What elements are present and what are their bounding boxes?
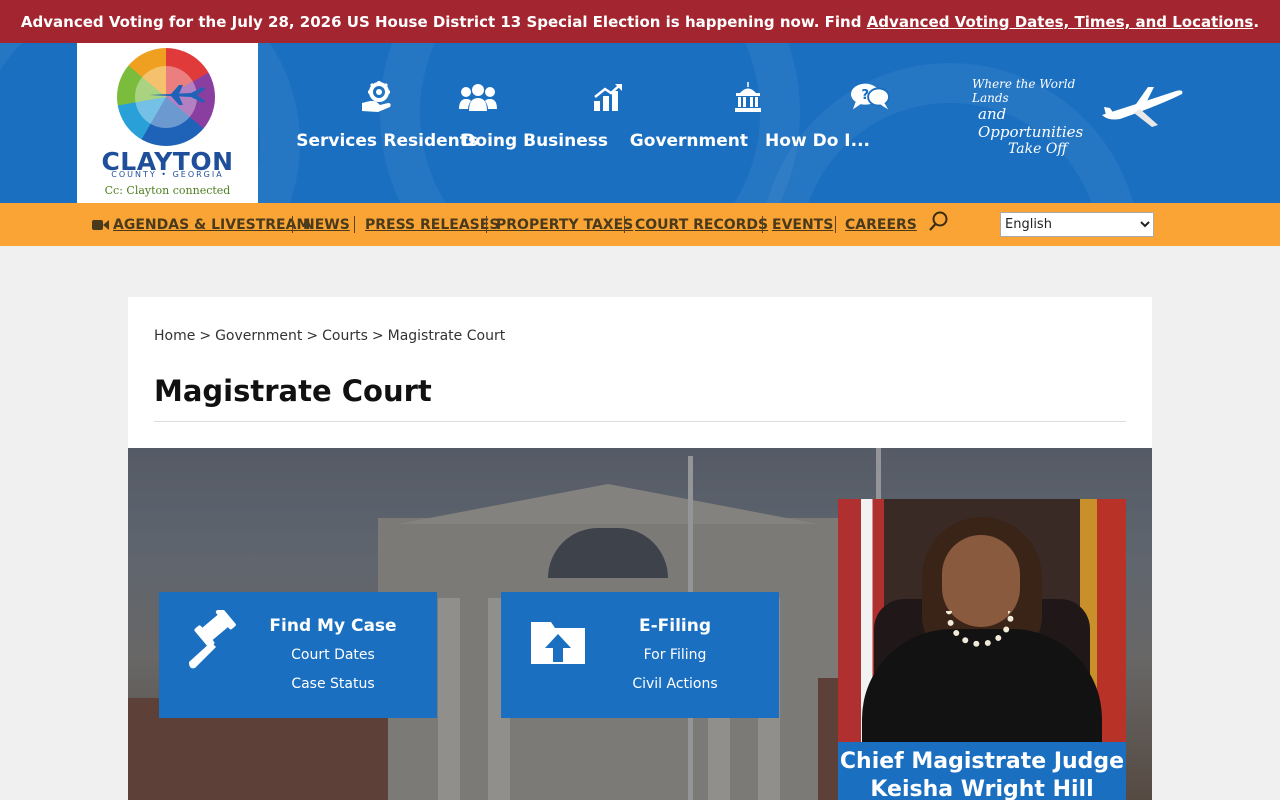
utility-press-releases[interactable]: PRESS RELEASES [365, 203, 499, 246]
breadcrumb-government[interactable]: Government [215, 328, 302, 344]
clayton-county-logo[interactable]: CLAYTON COUNTY • GEORGIA Cc: Clayton con… [77, 43, 258, 203]
e-filing-title: E-Filing [638, 616, 712, 636]
judge-caption-name: Keisha Wright Hill [870, 777, 1094, 800]
e-filing-sub1: For Filing [643, 647, 707, 663]
utility-careers[interactable]: CAREERS [845, 203, 917, 246]
utility-separator [762, 216, 763, 233]
utility-separator [354, 216, 355, 233]
e-filing-tile[interactable]: E-Filing For Filing Civil Actions [501, 592, 779, 718]
title-divider [154, 421, 1126, 422]
nav-government-label: Government [629, 131, 749, 151]
tagline-line1: Where the World Lands [972, 77, 1076, 105]
judge-caption: Chief Magistrate Judge Keisha Wright Hil… [838, 742, 1126, 800]
airplane-icon [1102, 87, 1183, 127]
advanced-voting-link[interactable]: Advanced Voting Dates, Times, and Locati… [867, 13, 1254, 31]
breadcrumb-courts[interactable]: Courts [322, 328, 368, 344]
svg-text:?: ? [861, 88, 869, 103]
utility-events[interactable]: EVENTS [772, 203, 833, 246]
alert-text: Advanced Voting for the July 28, 2026 US… [20, 12, 862, 31]
question-chat-icon: ? [850, 79, 890, 115]
breadcrumb: Home > Government > Courts > Magistrate Court [154, 328, 505, 344]
chart-icon [588, 79, 628, 115]
breadcrumb-home[interactable]: Home [154, 328, 195, 344]
breadcrumb-separator: > [306, 328, 319, 344]
gavel-icon [189, 610, 236, 669]
nav-how-do-i-label: How Do I... [765, 131, 871, 151]
utility-news[interactable]: NEWS [303, 203, 350, 246]
breadcrumb-separator: > [371, 328, 384, 344]
election-alert-bar: Advanced Voting for the July 28, 2026 US… [0, 0, 1280, 43]
logo-tagline: Cc: Clayton connected [104, 184, 231, 197]
utility-court-records[interactable]: COURT RECORDS [635, 203, 768, 246]
language-select[interactable]: English [1000, 212, 1154, 237]
utility-separator [292, 216, 293, 233]
logo-plane-icon [149, 85, 205, 105]
page-title: Magistrate Court [154, 374, 432, 408]
airport-tagline: Where the World Lands and Opportunities … [972, 77, 1102, 157]
utility-property-taxes[interactable]: PROPERTY TAXES [496, 203, 633, 246]
judge-portrait [838, 499, 1126, 742]
utility-agendas-label: AGENDAS & LIVESTREAM [113, 216, 311, 233]
find-my-case-title: Find My Case [269, 616, 397, 636]
utility-separator [486, 216, 487, 233]
find-my-case-sub2: Case Status [291, 676, 375, 692]
e-filing-sub2: Civil Actions [632, 676, 718, 692]
people-icon [458, 79, 498, 115]
utility-separator [624, 216, 625, 233]
nav-services-label: Services [296, 131, 378, 151]
search-icon[interactable] [928, 210, 950, 234]
breadcrumb-separator: > [199, 328, 212, 344]
video-camera-icon [92, 219, 109, 230]
upload-folder-icon [531, 622, 585, 664]
site-header: CLAYTON COUNTY • GEORGIA Cc: Clayton con… [0, 43, 1280, 203]
find-my-case-sub1: Court Dates [291, 647, 375, 663]
utility-separator [835, 216, 836, 233]
find-my-case-tile[interactable]: Find My Case Court Dates Case Status [159, 592, 437, 718]
tagline-line2: and Opportunities [978, 105, 1084, 141]
content-card [128, 297, 1152, 448]
breadcrumb-current: Magistrate Court [387, 328, 506, 344]
alert-end: . [1253, 12, 1260, 31]
tagline-line3: Take Off [1008, 141, 1068, 157]
capitol-icon [728, 79, 768, 115]
gear-hand-icon [357, 79, 397, 115]
utility-agendas-livestream[interactable]: AGENDAS & LIVESTREAM [92, 203, 310, 246]
logo-county: COUNTY • GEORGIA [111, 170, 224, 179]
nav-doing-business-label: Doing Business [461, 131, 608, 151]
judge-caption-title: Chief Magistrate Judge [839, 749, 1125, 774]
